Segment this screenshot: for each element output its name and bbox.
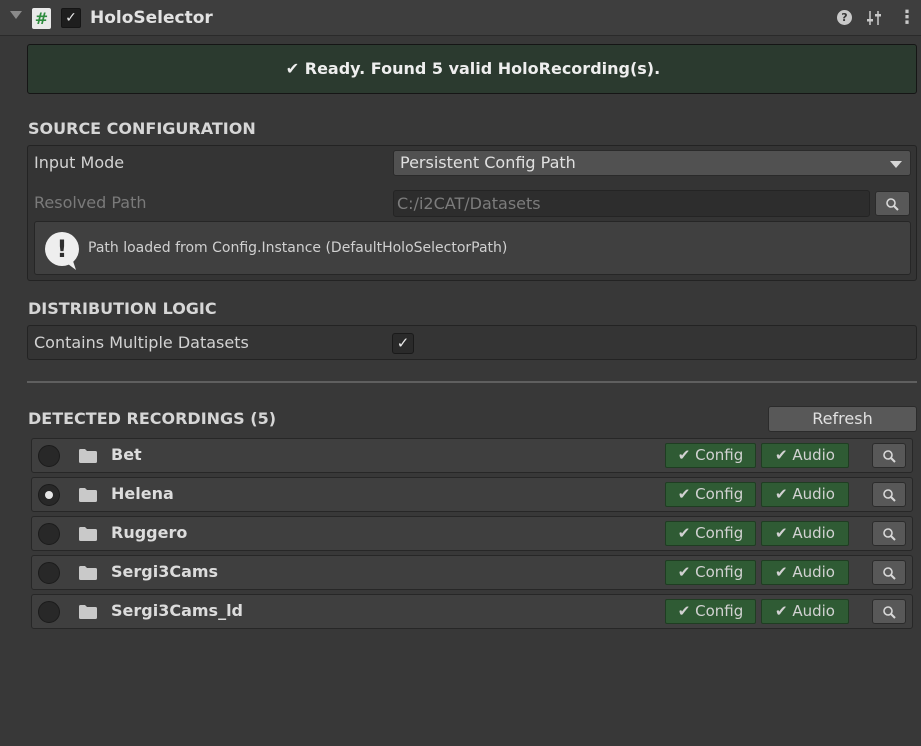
magnifier-icon <box>883 528 896 541</box>
recording-row[interactable]: Sergi3Cams ✔ Config ✔ Audio <box>31 555 913 590</box>
recording-name: Bet <box>111 445 142 464</box>
recording-row[interactable]: Helena ✔ Config ✔ Audio <box>31 477 913 512</box>
input-mode-value: Persistent Config Path <box>400 153 576 172</box>
helpbox-text: Path loaded from Config.Instance (Defaul… <box>88 240 508 256</box>
source-configuration-title: SOURCE CONFIGURATION <box>28 119 256 138</box>
status-text: ✔ Ready. Found 5 valid HoloRecording(s). <box>285 59 661 78</box>
audio-status-badge: ✔ Audio <box>761 482 849 507</box>
audio-status-badge: ✔ Audio <box>761 599 849 624</box>
detected-recordings-title: DETECTED RECORDINGS (5) <box>28 409 277 428</box>
sliders-presets-icon[interactable] <box>866 9 882 27</box>
recording-name: Helena <box>111 484 174 503</box>
config-status-badge: ✔ Config <box>665 443 756 468</box>
foldout-arrow-icon[interactable] <box>10 11 22 19</box>
magnifier-icon <box>883 450 896 463</box>
recording-browse-button[interactable] <box>872 482 906 507</box>
audio-status-badge: ✔ Audio <box>761 443 849 468</box>
recording-radio[interactable] <box>38 484 60 506</box>
component-header: # ✓ HoloSelector ? ⋮ <box>0 0 921 36</box>
input-mode-label: Input Mode <box>34 153 125 172</box>
exclamation-speech-bubble-icon: ! <box>45 232 79 270</box>
config-status-badge: ✔ Config <box>665 482 756 507</box>
recording-browse-button[interactable] <box>872 521 906 546</box>
recording-browse-button[interactable] <box>872 560 906 585</box>
recording-browse-button[interactable] <box>872 599 906 624</box>
config-status-badge: ✔ Config <box>665 560 756 585</box>
browse-path-button[interactable] <box>875 191 910 216</box>
resolved-path-value: C:/i2CAT/Datasets <box>397 194 541 213</box>
folder-icon <box>79 488 97 502</box>
magnifier-icon <box>883 567 896 580</box>
section-divider <box>27 381 917 383</box>
resolved-path-label: Resolved Path <box>34 193 147 212</box>
distribution-logic-title: DISTRIBUTION LOGIC <box>28 299 217 318</box>
component-enabled-checkbox[interactable]: ✓ <box>61 8 81 28</box>
audio-status-badge: ✔ Audio <box>761 560 849 585</box>
magnifier-icon <box>883 489 896 502</box>
magnifier-icon <box>886 198 899 211</box>
question-circle-icon[interactable]: ? <box>837 10 852 25</box>
component-title: HoloSelector <box>90 8 213 28</box>
recording-name: Sergi3Cams <box>111 562 219 581</box>
recording-radio[interactable] <box>38 562 60 584</box>
info-helpbox: ! Path loaded from Config.Instance (Defa… <box>34 221 911 275</box>
recording-radio[interactable] <box>38 601 60 623</box>
folder-icon <box>79 566 97 580</box>
magnifier-icon <box>883 606 896 619</box>
multiple-datasets-checkbox[interactable]: ✓ <box>392 333 414 354</box>
config-status-badge: ✔ Config <box>665 521 756 546</box>
resolved-path-field: C:/i2CAT/Datasets <box>393 190 870 217</box>
recording-name: Sergi3Cams_ld <box>111 601 244 620</box>
refresh-button[interactable]: Refresh <box>768 406 917 432</box>
recording-row[interactable]: Ruggero ✔ Config ✔ Audio <box>31 516 913 551</box>
svg-text:!: ! <box>57 235 68 263</box>
folder-icon <box>79 527 97 541</box>
recording-row[interactable]: Sergi3Cams_ld ✔ Config ✔ Audio <box>31 594 913 629</box>
recording-name: Ruggero <box>111 523 188 542</box>
folder-icon <box>79 449 97 463</box>
audio-status-badge: ✔ Audio <box>761 521 849 546</box>
multiple-datasets-label: Contains Multiple Datasets <box>34 333 249 352</box>
config-status-badge: ✔ Config <box>665 599 756 624</box>
chevron-down-icon <box>890 161 902 168</box>
status-banner: ✔ Ready. Found 5 valid HoloRecording(s). <box>27 44 917 94</box>
recording-radio[interactable] <box>38 523 60 545</box>
recording-radio[interactable] <box>38 445 60 467</box>
kebab-menu-icon[interactable]: ⋮ <box>898 8 916 28</box>
recording-row[interactable]: Bet ✔ Config ✔ Audio <box>31 438 913 473</box>
folder-icon <box>79 605 97 619</box>
input-mode-dropdown[interactable]: Persistent Config Path <box>393 150 911 176</box>
recording-browse-button[interactable] <box>872 443 906 468</box>
hash-script-icon: # <box>32 8 51 29</box>
